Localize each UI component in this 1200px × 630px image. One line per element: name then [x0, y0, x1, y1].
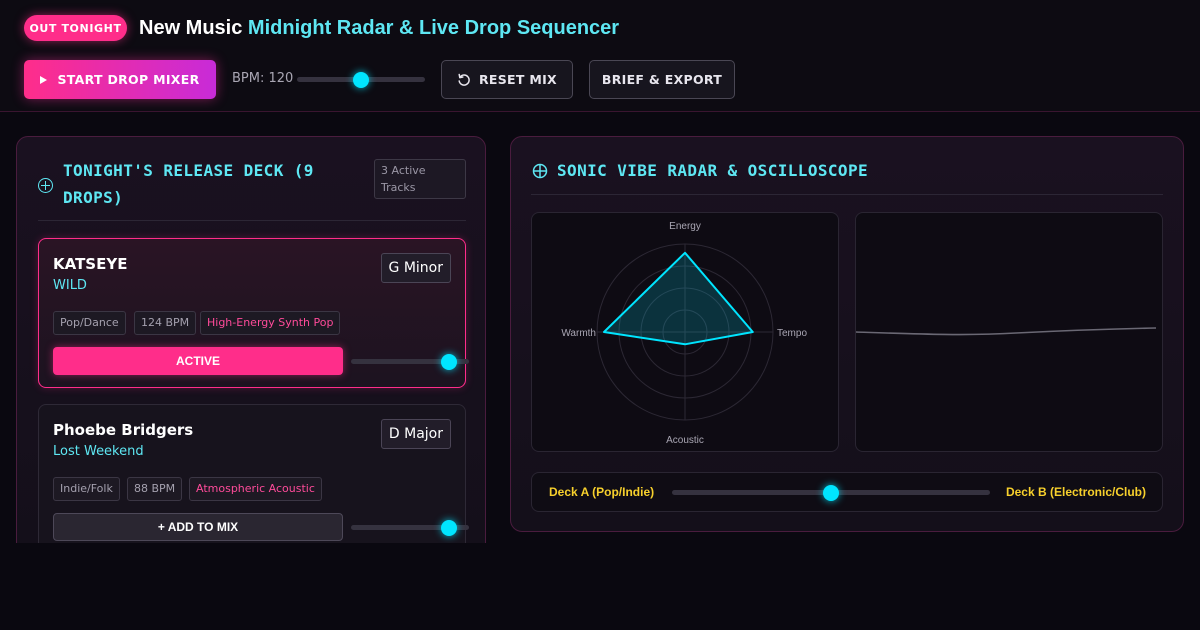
start-drop-mixer-button[interactable]: START DROP MIXER [24, 60, 216, 99]
crossfader-handle[interactable] [823, 484, 839, 501]
track-card-phoebe-bridgers[interactable]: Phoebe Bridgers Lost Weekend D Major Ind… [38, 404, 469, 554]
track-genre-tag: Indie/Folk [53, 477, 120, 501]
brief-export-button[interactable]: BRIEF & EXPORT [589, 60, 735, 99]
radar-chart: Energy Tempo Acoustic Warmth [561, 221, 807, 446]
active-tracks-badge: 3 Active Tracks [374, 159, 466, 199]
out-tonight-badge: OUT TONIGHT [24, 15, 127, 41]
track-key-badge: D Major [380, 419, 451, 449]
radar-label-acoustic: Acoustic [666, 435, 704, 446]
bpm-label: BPM: 120 [232, 71, 294, 86]
track-artist: KATSEYE [53, 255, 128, 273]
sonic-vibe-divider [531, 194, 1163, 195]
plus-circle-icon [38, 178, 53, 193]
crosshair-icon [532, 163, 548, 179]
track-bpm-tag: 88 BPM [127, 477, 183, 501]
track-song: Lost Weekend [53, 444, 144, 459]
vibe-radar: Energy Tempo Acoustic Warmth [531, 212, 839, 452]
oscilloscope-waveform [855, 327, 1157, 336]
start-drop-mixer-label: START DROP MIXER [57, 72, 200, 87]
track-volume-slider[interactable] [351, 519, 469, 536]
release-deck-title: TONIGHT'S RELEASE DECK (9 DROPS) [63, 161, 314, 207]
track-vibe-tag: Atmospheric Acoustic [189, 477, 322, 501]
track-volume-handle[interactable] [440, 519, 457, 536]
radar-label-energy: Energy [669, 221, 701, 232]
oscilloscope [855, 212, 1163, 452]
bpm-slider[interactable] [297, 71, 425, 88]
app-title-prefix: New Music [139, 17, 243, 39]
sonic-vibe-title: SONIC VIBE RADAR & OSCILLOSCOPE [557, 161, 869, 180]
track-artist: Phoebe Bridgers [53, 421, 194, 439]
track-volume-handle[interactable] [440, 353, 457, 370]
reset-mix-label: RESET MIX [478, 72, 557, 87]
deck-a-label: Deck A (Pop/Indie) [549, 485, 655, 499]
reset-mix-button[interactable]: RESET MIX [441, 60, 573, 99]
release-deck-panel: TONIGHT'S RELEASE DECK (9 DROPS) 3 Activ… [16, 136, 486, 556]
brief-export-label: BRIEF & EXPORT [601, 72, 723, 87]
crossfader: Deck A (Pop/Indie) Deck B (Electronic/Cl… [531, 472, 1163, 512]
track-key-badge: G Minor [380, 253, 451, 283]
deck-b-label: Deck B (Electronic/Club) [1005, 485, 1146, 499]
track-vibe-tag: High-Energy Synth Pop [200, 311, 341, 335]
add-to-mix-button[interactable]: + ADD TO MIX [53, 513, 343, 541]
crossfader-slider[interactable] [672, 484, 990, 501]
radar-label-tempo: Tempo [777, 328, 807, 339]
track-genre-tag: Pop/Dance [53, 311, 126, 335]
reset-icon [458, 73, 470, 86]
track-song: WILD [53, 278, 87, 293]
play-icon [40, 75, 48, 84]
release-deck-divider [38, 220, 466, 221]
app-title-main: Midnight Radar & Live Drop Sequencer [247, 17, 620, 39]
track-volume-slider[interactable] [351, 353, 469, 370]
top-toolbar: OUT TONIGHT New Music Midnight Radar & L… [0, 0, 1200, 112]
sonic-vibe-panel: SONIC VIBE RADAR & OSCILLOSCOPE Energy T… [510, 136, 1184, 532]
radar-label-warmth: Warmth [561, 328, 596, 339]
app-title: New Music Midnight Radar & Live Drop Seq… [139, 14, 619, 42]
track-bpm-tag: 124 BPM [134, 311, 197, 335]
bpm-slider-handle[interactable] [353, 71, 369, 88]
track-active-button[interactable]: ACTIVE [53, 347, 343, 375]
track-card-katseye[interactable]: KATSEYE WILD G Minor Pop/Dance 124 BPM H… [38, 238, 469, 388]
page-footer-area [0, 543, 1200, 630]
